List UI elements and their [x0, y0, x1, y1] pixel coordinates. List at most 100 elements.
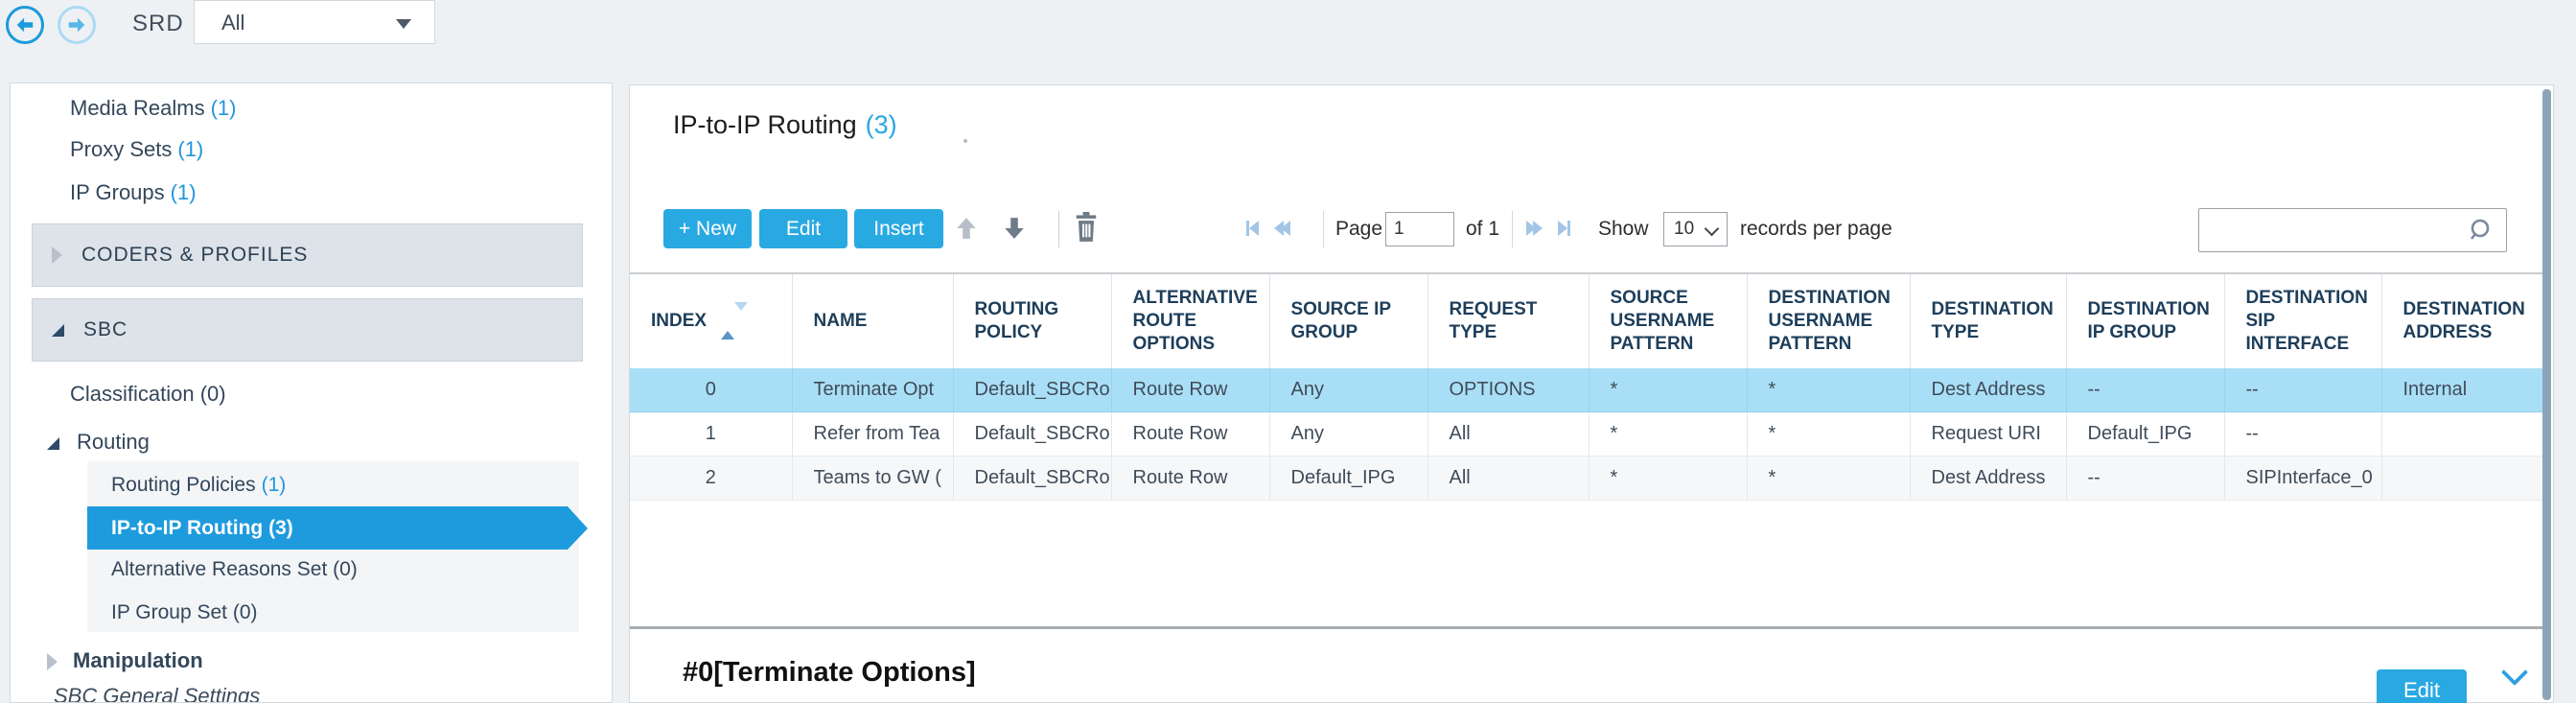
pagination-divider — [1323, 211, 1324, 247]
table-cell: * — [1747, 456, 1911, 501]
table-cell: Default_SBCRo — [953, 456, 1112, 501]
move-up-button[interactable] — [954, 216, 979, 241]
app-root: SRD All Media Realms (1) Proxy Sets (1) IP… — [0, 0, 2576, 703]
table-cell: * — [1589, 368, 1748, 412]
table-cell: All — [1427, 456, 1590, 501]
sidebar-item-ip-group-set[interactable]: IP Group Set (0) — [111, 596, 258, 630]
column-header-alternative-route-options[interactable]: ALTERNATIVE ROUTE OPTIONS — [1111, 273, 1270, 368]
table-cell — [2381, 456, 2545, 501]
column-header-label: ROUTING POLICY — [974, 299, 1059, 342]
first-page-button[interactable] — [1246, 220, 1259, 237]
show-label: Show — [1598, 218, 1649, 240]
next-page-button[interactable] — [1526, 220, 1543, 237]
item-count: (1) — [261, 474, 287, 496]
sidebar-item-routing-policies[interactable]: Routing Policies (1) — [111, 468, 286, 503]
table-row-0-selected[interactable]: 0 Terminate Opt Default_SBCRo Route Row … — [630, 368, 2545, 412]
column-header-destination-type[interactable]: DESTINATION TYPE — [1910, 273, 2067, 368]
column-header-index[interactable]: INDEX — [630, 273, 793, 368]
column-header-label: ALTERNATIVE ROUTE OPTIONS — [1132, 288, 1258, 354]
column-header-request-type[interactable]: REQUEST TYPE — [1427, 273, 1590, 368]
sidebar-item-proxy-sets[interactable]: Proxy Sets (1) — [70, 132, 203, 167]
new-button[interactable]: + New — [663, 209, 752, 248]
sidebar-item-label: IP-to-IP Routing (3) — [111, 517, 293, 539]
expanded-arrow-icon — [52, 323, 64, 337]
trash-icon — [1076, 212, 1097, 242]
table-cell: Dest Address — [1910, 368, 2067, 412]
collapsed-arrow-icon — [47, 653, 58, 671]
sidebar-item-classification[interactable]: Classification (0) — [70, 377, 226, 411]
last-page-button[interactable] — [1558, 220, 1570, 237]
sidebar-item-label: Alternative Reasons Set (0) — [111, 558, 358, 580]
column-header-destination-ip-group[interactable]: DESTINATION IP GROUP — [2066, 273, 2225, 368]
table-cell: 2 — [630, 456, 793, 501]
table-cell — [2381, 411, 2545, 457]
back-button[interactable] — [6, 6, 44, 44]
toolbar-divider — [1058, 211, 1059, 247]
detail-edit-button[interactable]: Edit — [2377, 669, 2467, 703]
page-label: Page — [1335, 218, 1383, 240]
table-row-1[interactable]: 1 Refer from Tea Default_SBCRo Route Row… — [630, 411, 2545, 457]
section-coders-profiles[interactable]: CODERS & PROFILES — [32, 223, 583, 287]
move-down-button[interactable] — [1002, 216, 1027, 241]
last-page-icon — [1567, 221, 1570, 236]
sidebar-item-ip-to-ip-routing-selected[interactable]: IP-to-IP Routing (3) — [87, 506, 588, 550]
sidebar-item-sbc-general-settings[interactable]: SBC General Settings — [54, 679, 260, 702]
page-of-label: of 1 — [1466, 218, 1500, 240]
item-count: (1) — [170, 180, 197, 204]
forward-button[interactable] — [58, 6, 96, 44]
insert-button[interactable]: Insert — [854, 209, 943, 248]
column-header-label: SOURCE IP GROUP — [1290, 299, 1391, 342]
column-header-routing-policy[interactable]: ROUTING POLICY — [953, 273, 1112, 368]
page-title-text: IP-to-IP Routing — [673, 110, 857, 139]
table-header-row: INDEX NAME ROUTING POLICY ALTERNATIVE RO… — [630, 273, 2545, 368]
search-box — [2198, 208, 2507, 252]
page-size-select[interactable]: 10 — [1663, 212, 1728, 246]
column-header-source-username-pattern[interactable]: SOURCE USERNAME PATTERN — [1589, 273, 1748, 368]
column-header-source-ip-group[interactable]: SOURCE IP GROUP — [1269, 273, 1428, 368]
page-title: IP-to-IP Routing (3) — [673, 110, 897, 140]
table-row-2[interactable]: 2 Teams to GW ( Default_SBCRo Route Row … — [630, 456, 2545, 501]
previous-page-icon — [1281, 221, 1290, 236]
column-header-destination-sip-interface[interactable]: DESTINATION SIP INTERFACE — [2224, 273, 2382, 368]
search-icon — [2470, 219, 2490, 240]
table-cell: Route Row — [1111, 368, 1270, 412]
column-header-destination-address[interactable]: DESTINATION ADDRESS — [2381, 273, 2545, 368]
column-header-destination-username-pattern[interactable]: DESTINATION USERNAME PATTERN — [1747, 273, 1911, 368]
section-sbc[interactable]: SBC — [32, 298, 583, 362]
table-cell: -- — [2224, 411, 2382, 457]
sidebar-item-label: IP Group Set (0) — [111, 601, 258, 623]
tree-node-routing[interactable]: Routing — [47, 425, 150, 459]
srd-scope-dropdown[interactable]: All — [194, 0, 435, 44]
edit-button[interactable]: Edit — [759, 209, 847, 248]
caret-down-icon — [396, 19, 411, 29]
item-count: (1) — [210, 96, 237, 120]
column-header-name[interactable]: NAME — [792, 273, 954, 368]
page-size-value: 10 — [1674, 219, 1695, 239]
sidebar-item-ip-groups[interactable]: IP Groups (1) — [70, 176, 197, 210]
table-cell: 1 — [630, 411, 793, 457]
search-input[interactable] — [2209, 213, 2462, 247]
sidebar-item-label: IP Groups — [70, 180, 165, 204]
sort-icon — [721, 301, 749, 340]
column-header-label: INDEX — [651, 311, 708, 331]
delete-button[interactable] — [1073, 212, 1100, 243]
detail-collapse-chevron-icon[interactable] — [2500, 658, 2529, 687]
sidebar-item-media-realms[interactable]: Media Realms (1) — [70, 91, 237, 126]
arrow-up-icon — [957, 218, 976, 239]
arrow-down-icon — [1005, 218, 1024, 239]
previous-page-button[interactable] — [1274, 220, 1290, 237]
tree-node-manipulation[interactable]: Manipulation — [47, 644, 203, 678]
main-panel: IP-to-IP Routing (3) + New Edit Insert P… — [629, 84, 2554, 703]
column-header-label: DESTINATION TYPE — [1931, 299, 2054, 342]
tree-node-label: Manipulation — [73, 648, 203, 672]
page-number-input[interactable] — [1385, 212, 1454, 246]
chevron-down-icon — [1704, 221, 1720, 237]
section-label: CODERS & PROFILES — [81, 244, 309, 266]
column-header-label: REQUEST TYPE — [1449, 299, 1538, 342]
sidebar-item-alternative-reasons-set[interactable]: Alternative Reasons Set (0) — [111, 552, 358, 587]
vertical-scrollbar[interactable] — [2542, 89, 2551, 700]
sidebar-item-label: Classification (0) — [70, 382, 226, 406]
srd-scope-value: All — [221, 11, 245, 35]
table-cell: Request URI — [1910, 411, 2067, 457]
collapsed-arrow-icon — [52, 246, 62, 264]
